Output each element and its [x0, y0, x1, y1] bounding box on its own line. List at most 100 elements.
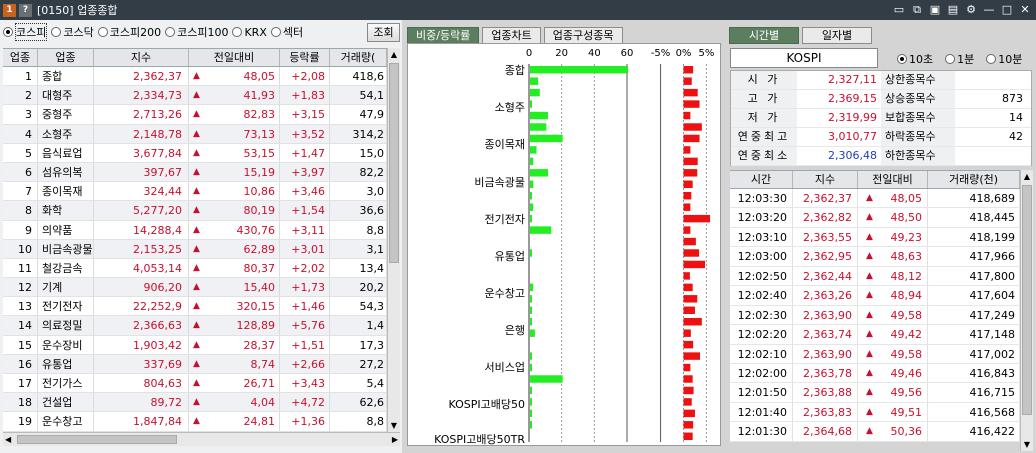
- col-index[interactable]: 지수: [94, 49, 189, 66]
- interval-10m[interactable]: 10분: [986, 51, 1022, 67]
- table-row[interactable]: 12:01:40 2,363,83 ▲ 49,51 416,568: [730, 402, 1020, 423]
- col-change[interactable]: 전일대비: [858, 171, 928, 188]
- settings-icon[interactable]: ⚙: [964, 2, 978, 17]
- col-volume[interactable]: 거래량(천): [928, 171, 1020, 188]
- time-table-vscroll[interactable]: ▲ ▼: [1020, 170, 1033, 451]
- interval-1m[interactable]: 1분: [945, 51, 974, 67]
- table-row[interactable]: 11 철강금속 4,053,14 ▲ 80,37 +2,02 13,4: [3, 258, 387, 279]
- table-row[interactable]: 12:03:10 2,363,55 ▲ 49,23 418,199: [730, 227, 1020, 248]
- sector-rate: +3,11: [280, 220, 330, 239]
- scroll-left-icon[interactable]: ◀: [5, 433, 11, 446]
- sector-table-vscroll[interactable]: ▲ ▼: [387, 48, 400, 432]
- col-rate[interactable]: 등락률: [280, 49, 330, 66]
- table-row[interactable]: 9 의약품 14,288,4 ▲ 430,76 +3,11 8,8: [3, 220, 387, 240]
- maximize-icon[interactable]: □: [1000, 2, 1014, 17]
- table-row[interactable]: 5 음식료업 3,677,84 ▲ 53,15 +1,47 15,0: [3, 143, 387, 163]
- scroll-thumb[interactable]: [1022, 185, 1032, 415]
- table-row[interactable]: 16 유통업 337,69 ▲ 8,74 +2,66 27,2: [3, 354, 387, 374]
- col-change[interactable]: 전일대비: [189, 49, 280, 66]
- col-code[interactable]: 업종: [3, 49, 38, 66]
- table-row[interactable]: 18 건설업 89,72 ▲ 4,04 +4,72 62,6: [3, 393, 387, 413]
- radio-icon: [270, 27, 281, 37]
- table-row[interactable]: 12:03:20 2,362,82 ▲ 48,50 418,445: [730, 208, 1020, 228]
- index-cell: 2,363,83: [793, 402, 858, 422]
- scroll-down-icon[interactable]: ▼: [1021, 438, 1033, 451]
- sector-change: ▲ 28,37: [189, 335, 280, 354]
- change-value: 49,56: [890, 386, 923, 400]
- table-row[interactable]: 12:02:40 2,363,26 ▲ 48,94 417,604: [730, 286, 1020, 306]
- table-row[interactable]: 15 운수장비 1,903,42 ▲ 28,37 +1,51 17,3: [3, 335, 387, 355]
- table-row[interactable]: 19 운수창고 1,847,84 ▲ 24,81 +1,36 8,8: [3, 412, 387, 432]
- volume-cell: 417,966: [928, 247, 1020, 266]
- table-row[interactable]: 1 종합 2,362,37 ▲ 48,05 +2,08 418,6: [3, 67, 387, 87]
- sector-name: 음식료업: [38, 143, 94, 162]
- sector-table-hscroll[interactable]: ◀ ▶: [3, 432, 400, 446]
- minimize-icon[interactable]: —: [982, 2, 996, 17]
- copy-icon[interactable]: ⧉: [910, 2, 924, 17]
- change-value: 48,50: [890, 211, 923, 225]
- volume-cell: 416,715: [928, 383, 1020, 402]
- scroll-thumb[interactable]: [17, 435, 177, 444]
- interval-10s[interactable]: 10초: [897, 51, 933, 67]
- table-row[interactable]: 12:02:30 2,363,90 ▲ 49,58 417,249: [730, 305, 1020, 326]
- market-option-kospi200[interactable]: 코스피200: [97, 24, 161, 40]
- table-row[interactable]: 17 전기가스 804,63 ▲ 26,71 +3,43 5,4: [3, 374, 387, 394]
- query-button[interactable]: 조회: [367, 23, 400, 42]
- sector-rate: +3,43: [280, 374, 330, 393]
- middle-panel: 비중/등락률 업종차트 업종구성종목 0 20 40 60 -5% 0% 5% 종합 소형주 종이…: [405, 20, 725, 453]
- help-icon[interactable]: ?: [19, 3, 32, 17]
- market-option-kosdaq[interactable]: 코스닥: [51, 24, 94, 40]
- table-row[interactable]: 12:01:30 2,364,68 ▲ 50,36 416,422: [730, 422, 1020, 442]
- table-row[interactable]: 4 소형주 2,148,78 ▲ 73,13 +3,52 314,2: [3, 124, 387, 144]
- sector-change: ▲ 8,74: [189, 354, 280, 373]
- table-row[interactable]: 12:02:00 2,363,78 ▲ 49,46 416,843: [730, 363, 1020, 384]
- weight-bar: [530, 249, 532, 257]
- new-window-icon[interactable]: ▭: [892, 2, 906, 17]
- chart-svg: 0 20 40 60 -5% 0% 5% 종합소형주종이목재비금속광물전기전자유통업운수창고은…: [434, 48, 714, 446]
- tab-constituents[interactable]: 업종구성종목: [543, 27, 623, 44]
- table-row[interactable]: 12:01:50 2,363,88 ▲ 49,56 416,715: [730, 383, 1020, 403]
- col-index[interactable]: 지수: [793, 171, 858, 188]
- rate-bar: [683, 180, 693, 188]
- sector-code: 1: [3, 67, 38, 86]
- sector-rate: +1,83: [280, 86, 330, 105]
- table-row[interactable]: 6 섬유의복 397,67 ▲ 15,19 +3,97 82,2: [3, 162, 387, 183]
- table-row[interactable]: 12 기계 906,20 ▲ 15,40 +1,73 20,2: [3, 278, 387, 298]
- index-name-field[interactable]: KOSPI: [730, 48, 878, 68]
- market-option-sector[interactable]: 섹터: [270, 24, 303, 40]
- weight-bar: [530, 398, 532, 406]
- table-row[interactable]: 8 화학 5,277,20 ▲ 80,19 +1,54 36,6: [3, 201, 387, 221]
- time-cell: 12:02:40: [730, 286, 793, 305]
- market-option-kospi100[interactable]: 코스피100: [165, 24, 228, 40]
- table-row[interactable]: 10 비금속광물 2,153,25 ▲ 62,89 +3,01 3,1: [3, 239, 387, 259]
- window-badge-icon[interactable]: 1: [3, 3, 16, 17]
- save-icon[interactable]: ▣: [928, 2, 942, 17]
- sector-name: 비금속광물: [38, 239, 94, 258]
- table-row[interactable]: 14 의료정밀 2,366,63 ▲ 128,89 +5,76 1,4: [3, 316, 387, 336]
- close-icon[interactable]: ✕: [1018, 2, 1032, 17]
- table-row[interactable]: 2 대형주 2,334,73 ▲ 41,93 +1,83 54,1: [3, 86, 387, 106]
- scroll-up-icon[interactable]: ▲: [388, 48, 400, 61]
- scroll-right-icon[interactable]: ▶: [392, 433, 398, 446]
- col-time[interactable]: 시간: [730, 171, 793, 188]
- table-row[interactable]: 7 종이목재 324,44 ▲ 10,86 +3,46 3,0: [3, 182, 387, 202]
- table-row[interactable]: 12:02:50 2,362,44 ▲ 48,12 417,800: [730, 266, 1020, 287]
- table-row[interactable]: 12:03:30 2,362,37 ▲ 48,05 418,689: [730, 189, 1020, 209]
- table-row[interactable]: 13 전기전자 22,252,9 ▲ 320,15 +1,46 54,3: [3, 297, 387, 317]
- tab-sector-chart[interactable]: 업종차트: [482, 27, 541, 44]
- market-option-krx[interactable]: KRX: [232, 26, 267, 39]
- tab-by-date[interactable]: 일자별: [802, 27, 872, 44]
- lock-icon[interactable]: ▤: [946, 2, 960, 17]
- scroll-down-icon[interactable]: ▼: [388, 419, 400, 432]
- scroll-thumb[interactable]: [389, 63, 399, 263]
- table-row[interactable]: 3 중형주 2,713,26 ▲ 82,83 +3,15 47,9: [3, 105, 387, 125]
- tab-by-time[interactable]: 시간별: [729, 27, 799, 44]
- table-row[interactable]: 12:02:20 2,363,74 ▲ 49,42 417,148: [730, 325, 1020, 345]
- market-option-kospi[interactable]: 코스피: [3, 23, 48, 41]
- col-sector[interactable]: 업종: [38, 49, 94, 66]
- table-row[interactable]: 12:03:00 2,362,95 ▲ 48,63 417,966: [730, 247, 1020, 267]
- table-row[interactable]: 12:02:10 2,363,90 ▲ 49,58 417,002: [730, 344, 1020, 364]
- tab-weight-rate[interactable]: 비중/등락률: [407, 27, 480, 44]
- col-volume[interactable]: 거래량(: [330, 49, 387, 66]
- scroll-up-icon[interactable]: ▲: [1021, 170, 1033, 183]
